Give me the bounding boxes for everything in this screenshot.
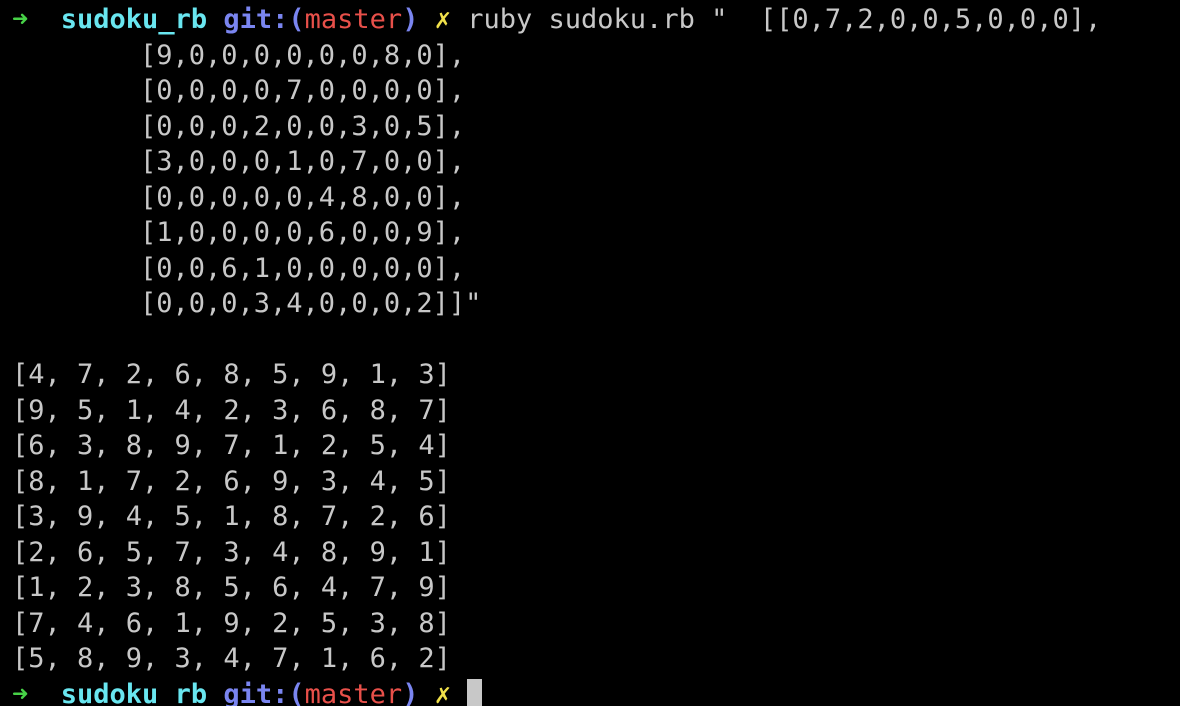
command-continuation-line: [0,0,0,2,0,0,3,0,5], bbox=[140, 110, 466, 142]
command-continuation-line: [0,0,0,0,0,4,8,0,0], bbox=[140, 181, 466, 213]
prompt-directory: sudoku_rb bbox=[60, 678, 208, 706]
output-row: [8, 1, 7, 2, 6, 9, 3, 4, 5] bbox=[12, 465, 451, 497]
terminal-window[interactable]: ➜ sudoku_rb git:(master) ✗ ruby sudoku.r… bbox=[0, 0, 1180, 706]
output-row: [6, 3, 8, 9, 7, 1, 2, 5, 4] bbox=[12, 430, 451, 461]
output-row: [7, 4, 6, 1, 9, 2, 5, 3, 8] bbox=[12, 607, 451, 639]
git-dirty-icon: ✗ bbox=[434, 678, 451, 706]
command-continuation-line: [1,0,0,0,0,6,0,0,9], bbox=[140, 217, 466, 248]
git-dirty-icon: ✗ bbox=[434, 4, 451, 35]
active-prompt-line[interactable]: ➜ sudoku_rb git:(master) ✗ bbox=[0, 677, 1180, 706]
command-text: ruby sudoku.rb " [[0,7,2,0,0,5,0,0,0], bbox=[467, 4, 1102, 35]
prompt-arrow-icon: ➜ bbox=[12, 4, 29, 35]
git-branch: master bbox=[304, 678, 403, 706]
command-continuation-line: [9,0,0,0,0,0,0,8,0], bbox=[140, 39, 466, 71]
output-row: [3, 9, 4, 5, 1, 8, 7, 2, 6] bbox=[12, 501, 451, 532]
command-continuation-line: [0,0,6,1,0,0,0,0,0], bbox=[140, 252, 466, 284]
output-row: [5, 8, 9, 3, 4, 7, 1, 6, 2] bbox=[12, 643, 451, 674]
command-continuation-line: [0,0,0,0,7,0,0,0,0], bbox=[140, 75, 466, 106]
prompt-directory: sudoku_rb bbox=[60, 4, 208, 35]
output-row: [4, 7, 2, 6, 8, 5, 9, 1, 3] bbox=[12, 359, 451, 390]
git-branch: master bbox=[304, 4, 403, 35]
git-prefix: git:( bbox=[223, 678, 305, 706]
prompt-arrow-icon: ➜ bbox=[12, 678, 29, 706]
command-continuation-line: [3,0,0,0,1,0,7,0,0], bbox=[140, 146, 466, 177]
git-suffix: ) bbox=[402, 678, 419, 706]
output-row: [1, 2, 3, 8, 5, 6, 4, 7, 9] bbox=[12, 572, 451, 603]
git-prefix: git:( bbox=[223, 4, 305, 35]
command-continuation-line: [0,0,0,3,4,0,0,0,2]]" bbox=[140, 288, 482, 319]
git-suffix: ) bbox=[402, 4, 419, 35]
text-cursor[interactable] bbox=[467, 678, 483, 706]
output-row: [9, 5, 1, 4, 2, 3, 6, 8, 7] bbox=[12, 394, 451, 426]
output-row: [2, 6, 5, 7, 3, 4, 8, 9, 1] bbox=[12, 536, 451, 568]
prompt-line: ➜ sudoku_rb git:(master) ✗ ruby sudoku.r… bbox=[0, 2, 1180, 38]
